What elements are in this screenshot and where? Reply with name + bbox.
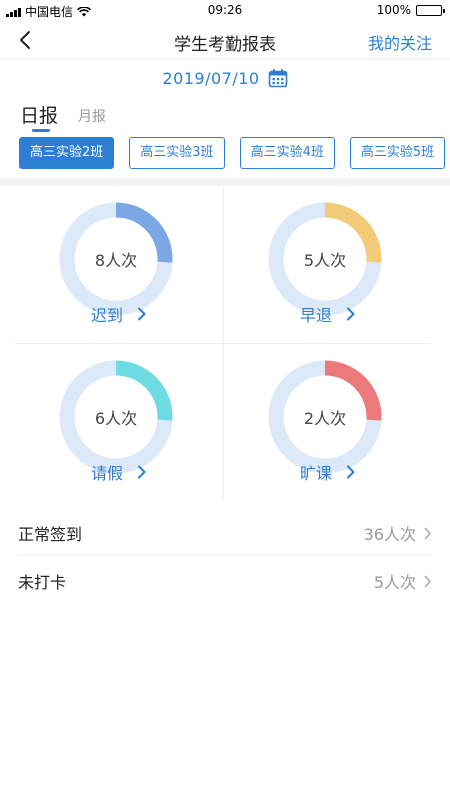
my-follow-link[interactable]: 我的关注 <box>368 30 432 54</box>
row-right: 36人次 <box>364 521 432 545</box>
tab-daily[interactable]: 日报 <box>20 101 58 132</box>
leave-label: 请假 <box>90 464 123 483</box>
late-link[interactable]: 迟到 <box>15 302 223 326</box>
class-chip[interactable]: 高三实验5班 <box>349 137 446 169</box>
class-chip[interactable]: 高三实验4班 <box>239 137 335 169</box>
attendance-stats: 8人次 迟到 5人次 早退 6人次 请假 2人次 旷课 <box>15 186 431 500</box>
tab-monthly[interactable]: 月报 <box>78 106 106 128</box>
row-right: 5人次 <box>374 569 432 593</box>
chevron-right-icon <box>424 527 431 539</box>
early-leave-count: 5人次 <box>303 251 347 270</box>
summary-list: 正常签到 36人次 未打卡 5人次 <box>18 508 432 604</box>
row-label: 未打卡 <box>18 573 67 592</box>
leave-link[interactable]: 请假 <box>15 460 223 484</box>
early-leave-link[interactable]: 早退 <box>224 302 432 326</box>
row-value: 5人次 <box>373 573 416 592</box>
stat-late[interactable]: 8人次 迟到 <box>15 186 223 343</box>
battery-icon <box>416 4 445 16</box>
section-divider <box>0 178 450 186</box>
leave-count: 6人次 <box>94 409 138 428</box>
class-chip[interactable]: 高三实验2班 <box>19 137 115 169</box>
date-value[interactable]: 2019/07/10 <box>162 69 259 88</box>
chevron-right-icon <box>138 465 146 479</box>
status-bar: 中国电信 09:26 100% <box>0 0 450 20</box>
back-chevron-icon[interactable] <box>14 28 38 52</box>
stat-absent[interactable]: 2人次 旷课 <box>223 343 431 500</box>
chevron-right-icon <box>424 575 431 587</box>
early-leave-label: 早退 <box>299 306 332 325</box>
row-label: 正常签到 <box>18 525 83 544</box>
period-tabs: 日报 月报 <box>20 94 106 132</box>
absent-link[interactable]: 旷课 <box>224 460 432 484</box>
chevron-right-icon <box>347 465 355 479</box>
class-chip[interactable]: 高三实验3班 <box>129 137 225 169</box>
list-item-normal-checkin[interactable]: 正常签到 36人次 <box>18 508 432 556</box>
status-right: 100% <box>376 3 445 17</box>
nav-bar: 学生考勤报表 我的关注 <box>0 20 450 60</box>
class-selector: 高三实验2班 高三实验3班 高三实验4班 高三实验5班 <box>19 137 450 169</box>
late-label: 迟到 <box>90 306 123 325</box>
stat-leave[interactable]: 6人次 请假 <box>15 343 223 500</box>
chevron-right-icon <box>138 307 146 321</box>
stat-early-leave[interactable]: 5人次 早退 <box>223 186 431 343</box>
late-count: 8人次 <box>94 251 138 270</box>
chevron-right-icon <box>347 307 355 321</box>
absent-count: 2人次 <box>303 409 347 428</box>
list-item-not-clocked-in[interactable]: 未打卡 5人次 <box>18 556 432 604</box>
absent-label: 旷课 <box>299 464 332 483</box>
battery-percent: 100% <box>376 3 411 17</box>
calendar-icon[interactable] <box>268 68 288 88</box>
row-value: 36人次 <box>363 525 416 544</box>
date-picker[interactable]: 2019/07/10 <box>0 66 450 90</box>
